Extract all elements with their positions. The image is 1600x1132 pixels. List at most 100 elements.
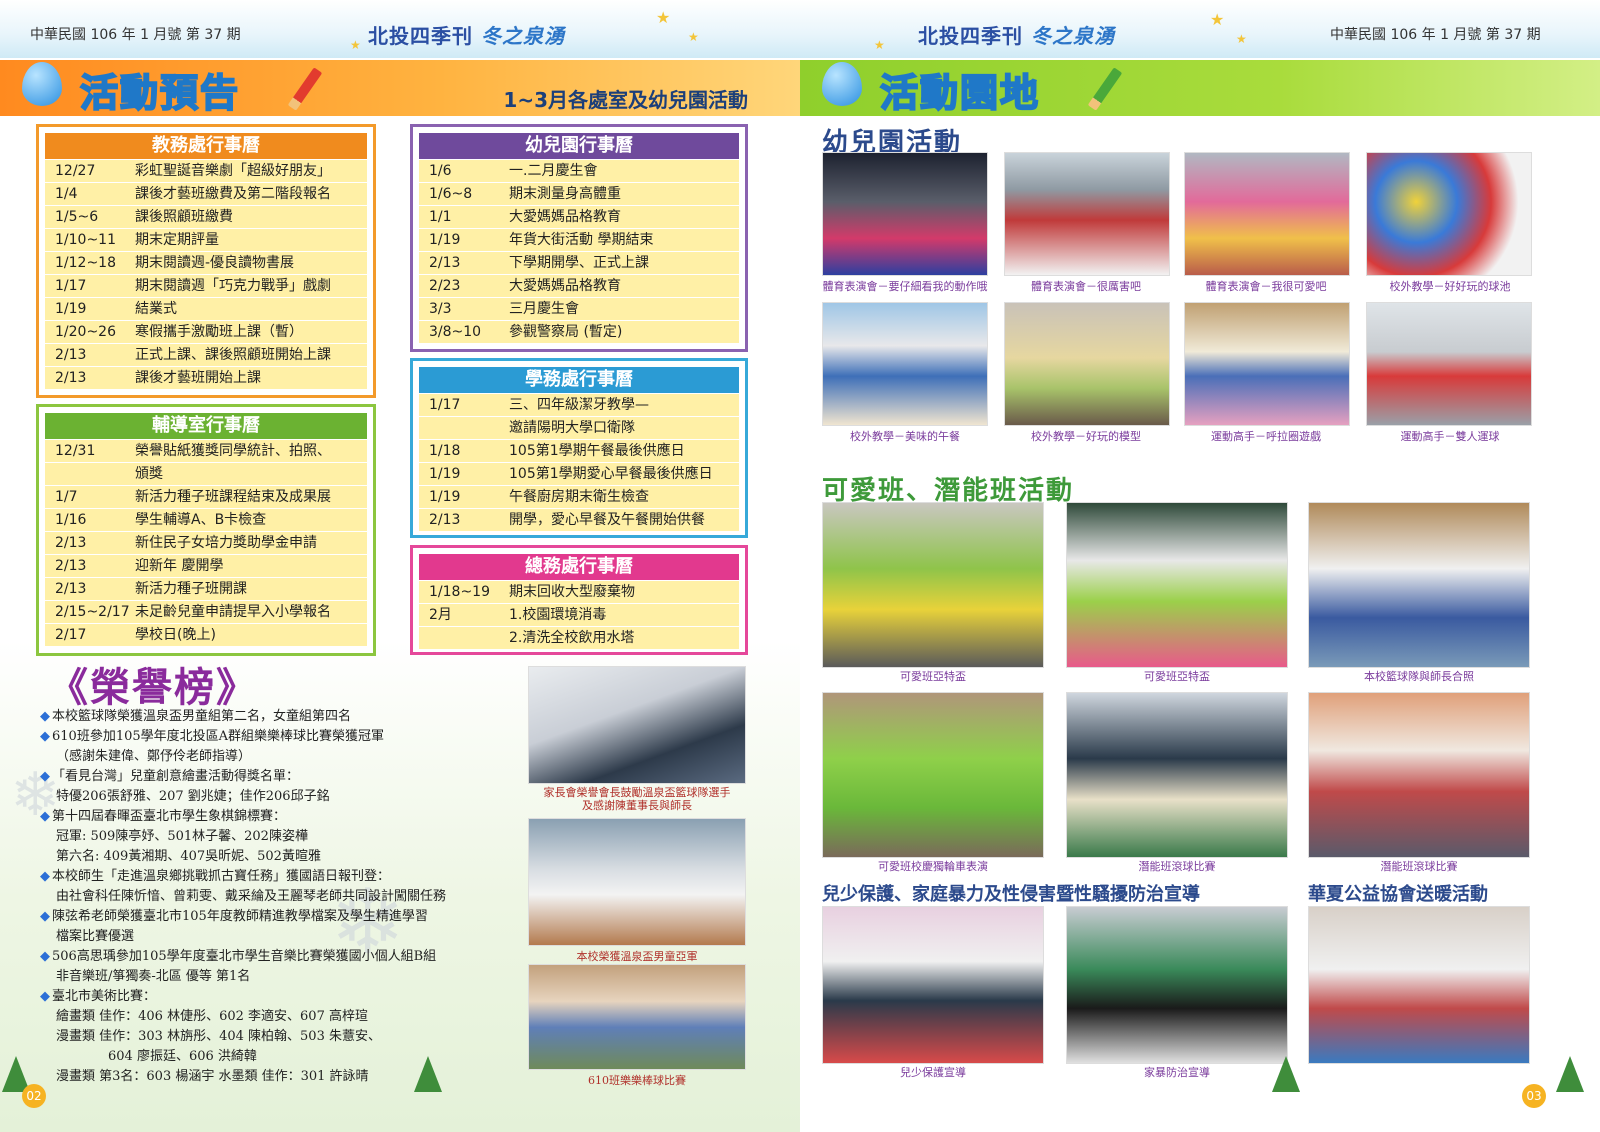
photo-field-trip-model <box>1004 302 1170 426</box>
photo-caption: 校外教學－好好玩的球池 <box>1389 280 1511 293</box>
honor-line: 非音樂班/箏獨奏-北區 優等 第1名 <box>56 969 251 984</box>
caption-line: 家長會榮譽會長鼓勵溫泉盃籃球隊選手 <box>543 786 731 799</box>
calendar-row: 頒獎 <box>45 462 367 485</box>
calendar-event: 期末閱讀週「巧克力戰爭」戲劇 <box>135 278 331 294</box>
calendar-event: 大愛媽媽品格教育 <box>509 209 621 225</box>
page-number: 02 <box>22 1084 46 1108</box>
calendar-event: 期末回收大型廢棄物 <box>509 584 635 600</box>
calendar-event: 頒獎 <box>135 466 163 482</box>
calendar-title: 輔導室行事曆 <box>45 413 367 439</box>
calendar-row: 1/19 結業式 <box>45 297 367 320</box>
photo-dribbling <box>1366 302 1532 426</box>
calendar-date: 2/13 <box>429 512 461 528</box>
calendar-row: 1/6 一.二月慶生會 <box>419 159 739 182</box>
honor-item: ◆ 本校師生「走進溫泉鄉挑戰抓古寶任務」獲國語日報刊登： 由社會科任陳忻愔、曾莉雯、… <box>40 867 520 907</box>
calendar-date: 2月 <box>429 607 452 623</box>
calendar-date: 1/19 <box>429 466 461 482</box>
section-title-child-protection: 兒少保護、家庭暴力及性侵害暨性騷擾防治宣導 <box>822 884 1200 905</box>
calendar-event: 105第1學期午餐最後供應日 <box>509 443 685 459</box>
calendar-date: 1/5~6 <box>55 209 99 225</box>
calendar-date: 2/23 <box>429 278 461 294</box>
photo-ball-pit <box>1366 152 1532 276</box>
tree-icon <box>1556 1056 1584 1092</box>
calendar-title: 總務處行事曆 <box>419 554 739 580</box>
calendar-date: 1/19 <box>55 301 87 317</box>
left-page: 中華民國 106 年 1 月號 第 37 期 北投四季刊 冬之泉湧 ★ ★ ★ 活… <box>0 0 800 1132</box>
honor-line: 漫畫類 佳作：303 林旃彤、404 陳柏翰、503 朱薏安、 <box>56 1029 381 1044</box>
tree-icon <box>414 1056 442 1092</box>
calendar-date: 2/13 <box>55 581 87 597</box>
calendar-row: 2.清洗全校飲用水塔 <box>419 626 739 649</box>
calendar-date: 2/15~2/17 <box>55 604 130 620</box>
honor-roll-list: ◆ 本校籃球隊榮獲溫泉盃男童組第二名，女童組第四名 ◆ 610班參加105學年度北投區… <box>40 707 520 1087</box>
calendar-education: 教務處行事曆 12/27 彩虹聖誕音樂劇「超級好朋友」 1/4 課後才藝班繳費及第二階… <box>36 124 376 398</box>
photo-caption: 體育表演會－我很可愛吧 <box>1205 280 1327 293</box>
calendar-date: 12/31 <box>55 443 96 459</box>
calendar-date: 1/6~8 <box>429 186 473 202</box>
calendar-event: 課後才藝班開始上課 <box>135 370 261 386</box>
calendar-row: 2/13 開學，愛心早餐及午餐開始供餐 <box>419 508 739 531</box>
calendar-event: 新活力種子班課程結束及成果展 <box>135 489 331 505</box>
water-drop-icon <box>22 62 62 106</box>
honor-item: ◆ 「看見台灣」兒童創意繪畫活動得獎名單： 特優206張舒雅、207 劉兆婕；佳作2… <box>40 767 520 807</box>
photo-basketball-runner-up <box>528 818 746 946</box>
honor-item: ◆ 610班參加105學年度北投區A群組樂樂棒球比賽榮獲冠軍 （感謝朱建偉、鄭伃伶老… <box>40 727 520 767</box>
photo-caption: 運動高手－雙人運球 <box>1400 430 1500 443</box>
photo-caption: 可愛班亞特盃 <box>900 670 966 683</box>
calendar-date: 1/18 <box>429 443 461 459</box>
magazine-title: 北投四季刊 冬之泉湧 <box>368 20 565 49</box>
tree-icon <box>1272 1056 1300 1092</box>
star-icon: ★ <box>656 8 671 27</box>
calendar-row: 3/8~10 參觀警察局 (暫定) <box>419 320 739 343</box>
diamond-bullet-icon: ◆ <box>40 869 50 884</box>
calendar-rows: 12/27 彩虹聖誕音樂劇「超級好朋友」 1/4 課後才藝班繳費及第二階段報名 1/5~… <box>45 159 367 389</box>
photo-basketball-team <box>1308 502 1530 668</box>
calendar-event: 期末定期評量 <box>135 232 219 248</box>
calendar-row: 1/19 年貨大街活動 學期結束 <box>419 228 739 251</box>
caption-line: 及感謝陳董事長與師長 <box>582 799 692 812</box>
calendar-row: 1/5~6 課後照顧班繳費 <box>45 205 367 228</box>
calendar-row: 1/4 課後才藝班繳費及第二階段報名 <box>45 182 367 205</box>
calendar-event: 課後照顧班繳費 <box>135 209 233 225</box>
calendar-row: 2/13 下學期開學、正式上課 <box>419 251 739 274</box>
calendar-row: 邀請陽明大學口衛隊 <box>419 416 739 439</box>
water-drop-icon <box>822 62 862 106</box>
photo-boccia <box>1066 692 1288 858</box>
section-title-charity: 華夏公益協會送暖活動 <box>1308 884 1488 905</box>
calendar-row: 1/19 午餐廚房期末衛生檢查 <box>419 485 739 508</box>
honor-line: 檔案比賽優選 <box>56 929 135 944</box>
calendar-event: 開學，愛心早餐及午餐開始供餐 <box>509 512 705 528</box>
page-number: 03 <box>1522 1084 1546 1108</box>
calendar-row: 2/13 新活力種子班開課 <box>45 577 367 600</box>
photo-unicycle <box>822 692 1044 858</box>
calendar-rows: 12/31 榮譽貼紙獲獎同學統計、拍照、 頒獎 1/7 新活力種子班課程結束及成果展 1/… <box>45 439 367 646</box>
magazine-issue-name: 冬之泉湧 <box>1031 24 1115 48</box>
calendar-date: 1/19 <box>429 232 461 248</box>
photo-child-protection <box>822 906 1044 1064</box>
honor-line: 本校籃球隊榮獲溫泉盃男童組第二名，女童組第四名 <box>52 709 352 724</box>
photo-caption: 潛能班滾球比賽 <box>1380 860 1458 873</box>
photo-caption: 校外教學－美味的午餐 <box>850 430 960 443</box>
calendar-event: 大愛媽媽品格教育 <box>509 278 621 294</box>
honor-line: 「看見台灣」兒童創意繪畫活動得獎名單： <box>52 769 300 784</box>
magazine-name: 北投四季刊 <box>918 24 1023 48</box>
calendar-title: 學務處行事曆 <box>419 367 739 393</box>
calendar-event: 105第1學期愛心早餐最後供應日 <box>509 466 713 482</box>
calendar-row: 1/16 學生輔導A、B卡檢查 <box>45 508 367 531</box>
honor-item: ◆ 第十四屆春暉盃臺北市學生象棋錦標賽： 冠軍: 509陳亭妤、501林子馨、202… <box>40 807 520 867</box>
calendar-event: 結業式 <box>135 301 177 317</box>
calendar-rows: 1/18~19 期末回收大型廢棄物 2月 1.校園環境消毒 2.清洗全校飲用水塔 <box>419 580 739 649</box>
photo-caption: 610班樂樂棒球比賽 <box>588 1074 686 1087</box>
calendar-event: 參觀警察局 (暫定) <box>509 324 623 340</box>
calendar-row: 2/13 正式上課、課後照顧班開始上課 <box>45 343 367 366</box>
calendar-event: 正式上課、課後照顧班開始上課 <box>135 347 331 363</box>
calendar-row: 12/27 彩虹聖誕音樂劇「超級好朋友」 <box>45 159 367 182</box>
banner-title: 活動園地 <box>879 69 1041 116</box>
photo-basketball-team-awards <box>528 666 746 784</box>
calendar-date: 3/8~10 <box>429 324 482 340</box>
star-icon: ★ <box>1236 32 1247 46</box>
calendar-row: 2/13 課後才藝班開始上課 <box>45 366 367 389</box>
calendar-row: 1/6~8 期末測量身高體重 <box>419 182 739 205</box>
calendar-date: 1/6 <box>429 163 452 179</box>
photo-asia-cup <box>1066 502 1288 668</box>
